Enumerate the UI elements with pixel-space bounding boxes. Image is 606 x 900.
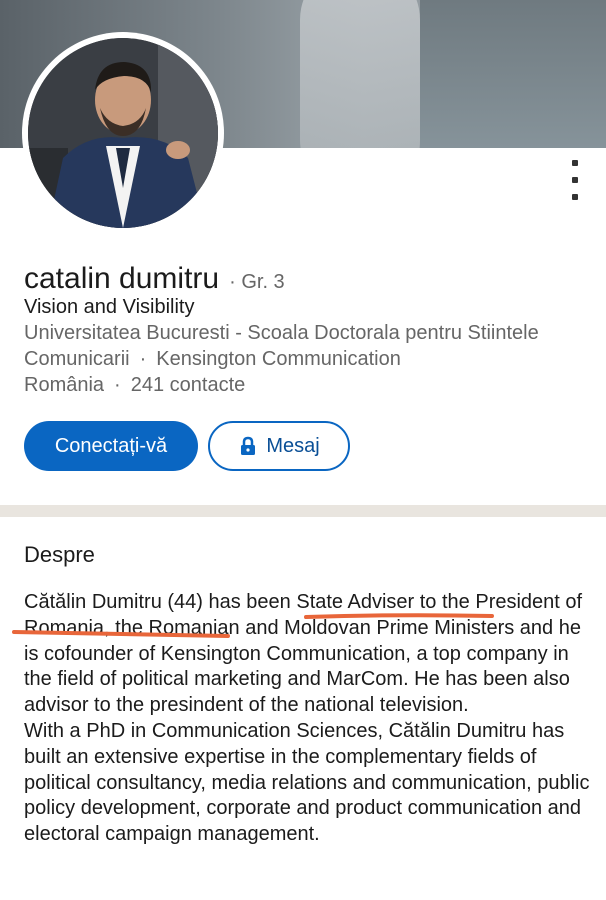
profile-name: catalin dumitru bbox=[24, 262, 220, 295]
location: România bbox=[24, 374, 105, 396]
about-paragraph: With a PhD in Communication Sciences, Că… bbox=[24, 719, 590, 846]
about-text: Cătălin Dumitru (44) has been State Advi… bbox=[24, 590, 594, 848]
person-photo-illustration bbox=[28, 38, 218, 228]
connection-degree: · Gr. 3 bbox=[229, 271, 285, 294]
profile-headline: Vision and Visibility bbox=[24, 296, 195, 318]
company-name[interactable]: Kensington Communication bbox=[156, 348, 401, 370]
about-paragraph: Cătălin Dumitru (44) has been State Advi… bbox=[24, 591, 583, 717]
banner-decoration bbox=[420, 0, 606, 148]
about-title: Despre bbox=[24, 542, 95, 567]
connect-button[interactable]: Conectați-vă bbox=[24, 421, 198, 471]
separator: · bbox=[114, 374, 121, 396]
education-line: Universitatea Bucuresti - Scoala Doctora… bbox=[24, 322, 539, 344]
menu-dot bbox=[572, 160, 578, 166]
separator: · bbox=[139, 348, 147, 370]
location-contacts-line: România · 241 contacte bbox=[24, 374, 245, 397]
section-divider bbox=[0, 505, 606, 517]
education-line-2: Comunicarii bbox=[24, 348, 130, 370]
avatar[interactable] bbox=[22, 32, 224, 234]
lock-icon bbox=[241, 436, 256, 455]
profile-photo bbox=[28, 38, 218, 228]
more-vertical-icon[interactable] bbox=[560, 160, 590, 200]
contacts-count[interactable]: 241 contacte bbox=[131, 374, 246, 396]
menu-dot bbox=[572, 177, 578, 183]
education-company-line: Comunicarii · Kensington Communication bbox=[24, 348, 401, 371]
separator: · bbox=[229, 271, 236, 293]
message-label: Mesaj bbox=[266, 434, 320, 457]
name-row: catalin dumitru · Gr. 3 bbox=[24, 262, 285, 296]
banner-decoration bbox=[300, 0, 420, 148]
message-button[interactable]: Mesaj bbox=[208, 421, 350, 471]
degree-label: Gr. 3 bbox=[241, 271, 285, 293]
menu-dot bbox=[572, 194, 578, 200]
